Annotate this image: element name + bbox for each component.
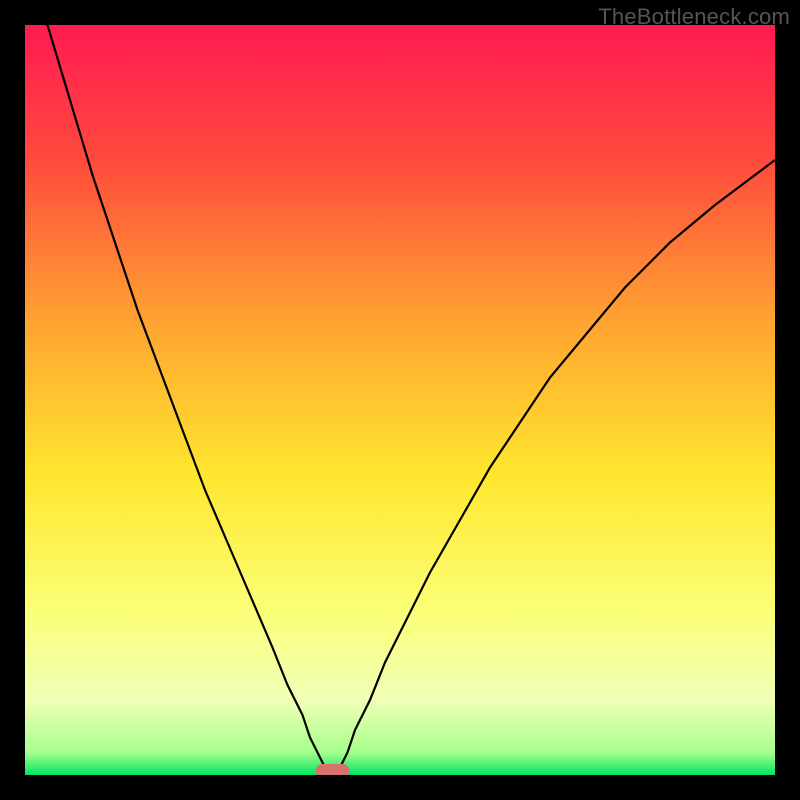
- chart-svg: [25, 25, 775, 775]
- gradient-background: [25, 25, 775, 775]
- minimum-marker: [316, 764, 350, 775]
- plot-area: [25, 25, 775, 775]
- chart-frame: TheBottleneck.com: [0, 0, 800, 800]
